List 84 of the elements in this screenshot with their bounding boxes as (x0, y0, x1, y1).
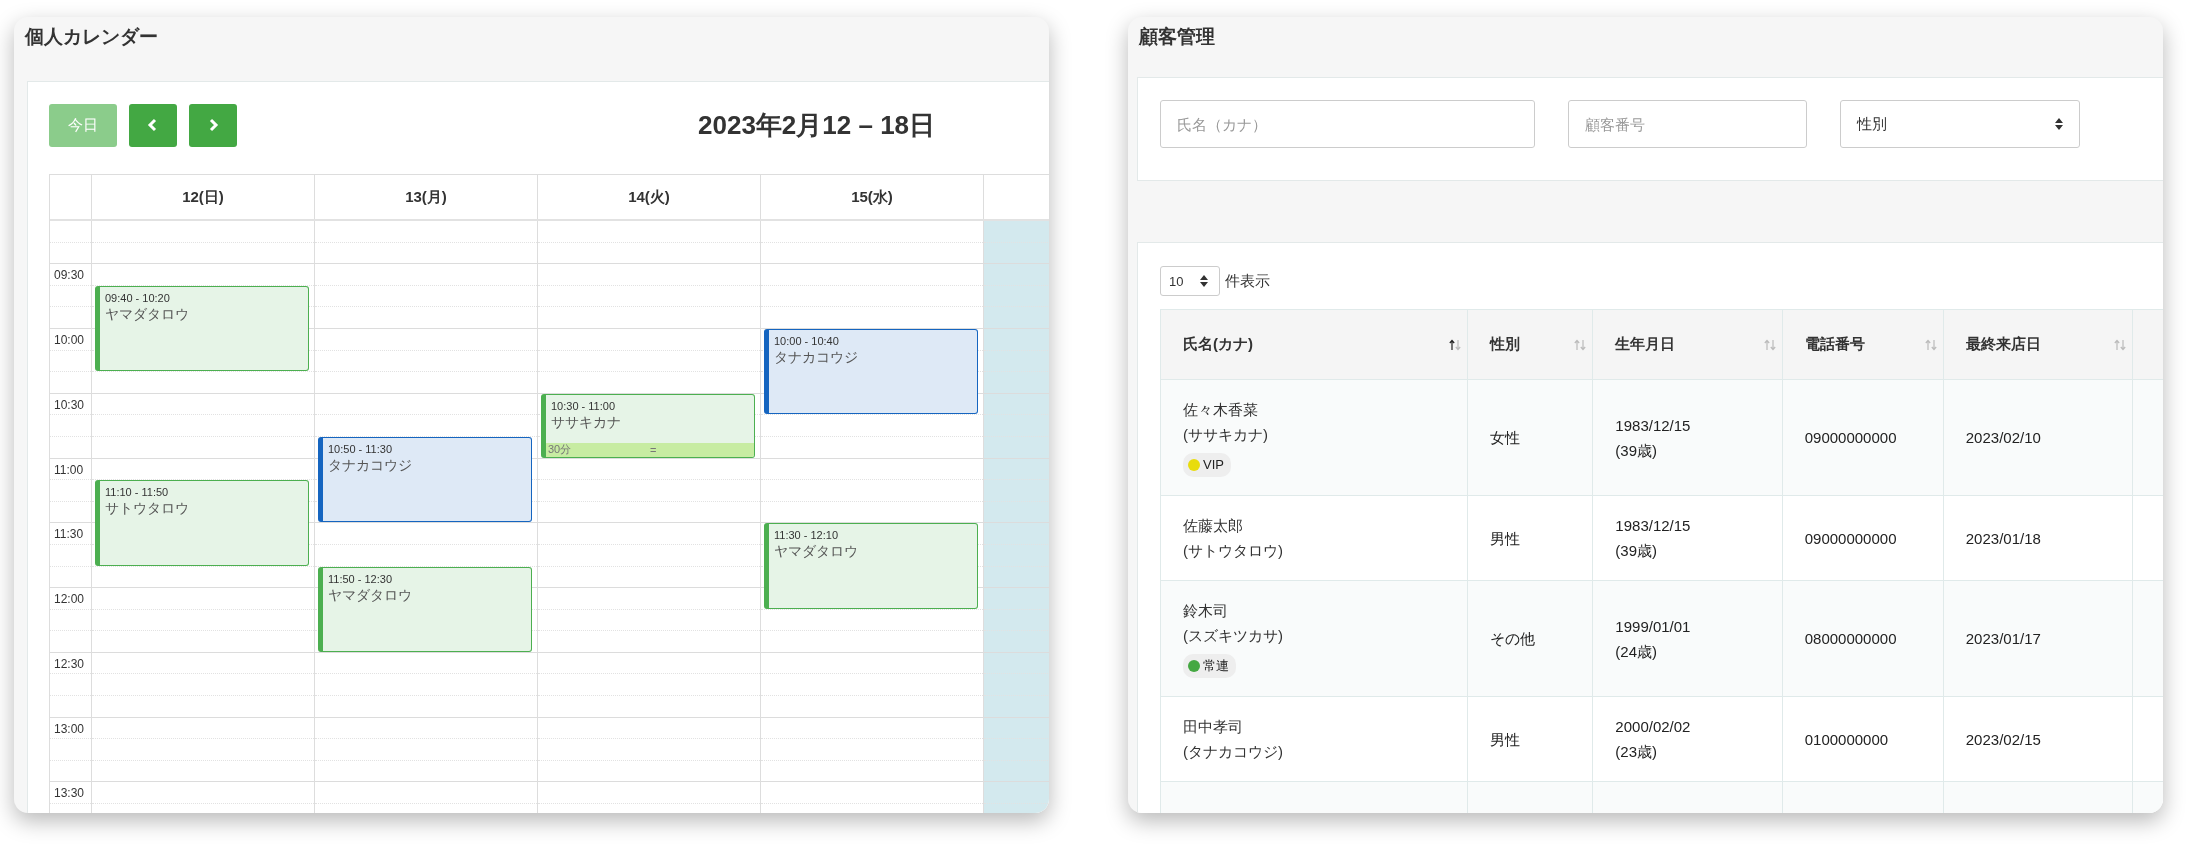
day-header: 13(月) (405, 187, 447, 207)
birth-date: 1983/12/15 (1615, 516, 1692, 536)
customer-kana: (タナカコウジ) (1183, 742, 1284, 762)
time-label: 09:30 (53, 267, 86, 283)
time-label: 11:30 (53, 526, 85, 542)
column-header[interactable]: 氏名(カナ) (1160, 309, 1468, 380)
table-cell: 09000000000 (1804, 429, 1897, 446)
day-header: 15(水) (851, 187, 893, 207)
page-size-select[interactable]: 10 (1160, 266, 1220, 296)
age: (39歳) (1615, 541, 1659, 561)
calendar-event[interactable]: 11:30 - 12:10 ヤマダタロウ (764, 523, 978, 609)
customer-name: 鈴木司 (1183, 601, 1229, 621)
birth-date: 1983/12/15 (1615, 415, 1692, 436)
birth-date: 2000/02/02 (1615, 717, 1692, 737)
age: (23歳) (1615, 742, 1659, 762)
event-time: 11:50 - 12:30 (328, 572, 393, 585)
time-label: 10:00 (53, 331, 86, 347)
resize-bar[interactable]: 30分 = (546, 442, 754, 457)
day-header: 12(日) (182, 187, 224, 207)
customer-tag: 常連 (1183, 654, 1236, 678)
event-name: サトウタロウ (105, 500, 190, 519)
customer-kana: (ササキカナ) (1183, 425, 1269, 445)
next-button[interactable] (189, 103, 237, 147)
event-name: ヤマダタロウ (328, 586, 413, 605)
column-header[interactable]: 電話番号 (1782, 309, 1944, 380)
calendar-event[interactable]: 10:00 - 10:40 タナカコウジ (764, 329, 978, 415)
chevron-left-icon (147, 118, 159, 132)
customer-tag: VIP (1183, 453, 1231, 477)
calendar-event[interactable]: 10:50 - 11:30 タナカコウジ (318, 437, 532, 523)
table-cell: 2023/02/10 (1965, 429, 2041, 446)
chevron-right-icon (207, 118, 219, 132)
event-name: ササキカナ (551, 413, 622, 432)
table-cell: 08000000000 (1804, 630, 1897, 647)
customer-number-field[interactable]: 顧客番号 (1568, 100, 1807, 148)
event-name: タナカコウジ (774, 349, 859, 367)
age: (39歳) (1615, 440, 1659, 461)
event-time: 10:30 - 11:00 (551, 399, 616, 412)
card-title: 顧客管理 (1138, 25, 1216, 49)
time-label: 13:30 (53, 785, 86, 801)
table-cell: 0100000000 (1804, 730, 1889, 748)
table-cell: 2023/01/18 (1965, 529, 2041, 547)
name-search-field[interactable]: 氏名（カナ） (1160, 100, 1535, 148)
birth-date: 1999/01/01 (1615, 616, 1692, 637)
calendar-event[interactable]: 09:40 - 10:20 ヤマダタロウ (95, 285, 309, 372)
day-header: 14(火) (628, 187, 670, 207)
gender-select[interactable]: 性別 (1840, 100, 2080, 148)
select-caret-icon (2055, 118, 2063, 130)
time-label: 12:30 (53, 655, 86, 671)
customer-kana: (サトウタロウ) (1183, 541, 1284, 561)
age: (24歳) (1615, 641, 1659, 662)
customer-name: 佐々木香菜 (1183, 400, 1259, 420)
time-label: 11:00 (53, 461, 85, 477)
event-time: 11:30 - 12:10 (774, 529, 839, 542)
table-cell: 09000000000 (1804, 529, 1897, 547)
table-cell: 女性 (1489, 429, 1520, 446)
table-cell: 2023/02/15 (1965, 730, 2041, 748)
event-name: タナカコウジ (328, 457, 413, 475)
customer-name: 田中孝司 (1183, 717, 1244, 737)
calendar-event[interactable]: 10:30 - 11:00 ササキカナ 30分 = (541, 393, 755, 458)
event-time: 09:40 - 10:20 (105, 291, 171, 304)
table-cell: 男性 (1489, 529, 1520, 547)
date-range-title: 2023年2月12 – 18日 (698, 109, 936, 140)
column-header[interactable]: 最終来店日 (1943, 309, 2133, 380)
previous-button[interactable] (129, 103, 177, 147)
table-cell: その他 (1489, 630, 1535, 647)
time-label: 13:00 (53, 720, 86, 736)
event-time: 10:50 - 11:30 (328, 443, 393, 455)
time-label: 12:00 (53, 591, 86, 607)
event-time: 10:00 - 10:40 (774, 335, 840, 347)
select-caret-icon (1200, 275, 1208, 287)
customer-kana: (スズキツカサ) (1183, 626, 1284, 646)
calendar-event[interactable]: 11:50 - 12:30 ヤマダタロウ (318, 566, 532, 652)
customer-name: 佐藤太郎 (1183, 516, 1244, 536)
column-header[interactable]: 生年月日 (1592, 309, 1783, 380)
event-name: ヤマダタロウ (105, 305, 190, 324)
time-label: 10:30 (53, 396, 86, 412)
event-time: 11:10 - 11:50 (105, 486, 170, 499)
event-name: ヤマダタロウ (774, 543, 859, 562)
card-title: 個人カレンダー (23, 25, 159, 49)
calendar-event[interactable]: 11:10 - 11:50 サトウタロウ (95, 480, 309, 566)
page-size-label: 件表示 (1225, 271, 1270, 291)
table-cell: 男性 (1489, 730, 1520, 748)
table-cell: 2023/01/17 (1965, 630, 2041, 647)
column-header[interactable]: 性別 (1467, 309, 1593, 380)
